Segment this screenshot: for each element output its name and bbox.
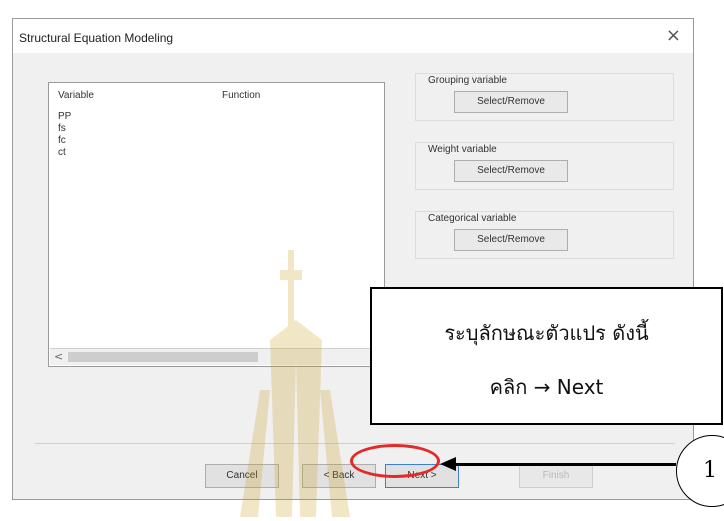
- list-item[interactable]: PP: [58, 111, 71, 123]
- dialog-titlebar: Structural Equation Modeling ×: [13, 19, 693, 53]
- left-arrow-icon: [440, 457, 456, 471]
- grouping-variable-group: Grouping variable Select/Remove: [415, 73, 674, 121]
- variable-rows: PP fs fc ct: [58, 111, 71, 159]
- footer-separator: [35, 443, 675, 444]
- variable-column-header[interactable]: Variable: [58, 90, 94, 101]
- weight-variable-group: Weight variable Select/Remove: [415, 142, 674, 190]
- variable-list[interactable]: Variable Function PP fs fc ct <: [48, 82, 385, 367]
- cancel-button[interactable]: Cancel: [205, 464, 279, 488]
- list-item[interactable]: fs: [58, 123, 71, 135]
- horizontal-scrollbar[interactable]: <: [50, 348, 383, 365]
- scroll-left-icon[interactable]: <: [54, 350, 63, 363]
- pointer-arrow-line: [455, 463, 676, 466]
- categorical-variable-label: Categorical variable: [428, 213, 517, 224]
- list-item[interactable]: ct: [58, 147, 71, 159]
- callout-line-1: ระบุลักษณะตัวแปร ดังนี้: [444, 321, 649, 345]
- function-column-header[interactable]: Function: [222, 90, 260, 101]
- grouping-variable-label: Grouping variable: [428, 75, 507, 86]
- step-number: 1: [703, 458, 717, 483]
- weight-variable-label: Weight variable: [428, 144, 497, 155]
- weight-select-remove-button[interactable]: Select/Remove: [454, 160, 568, 182]
- scrollbar-thumb[interactable]: [68, 352, 258, 362]
- categorical-select-remove-button[interactable]: Select/Remove: [454, 229, 568, 251]
- grouping-select-remove-button[interactable]: Select/Remove: [454, 91, 568, 113]
- callout-line-2: คลิก → Next: [489, 375, 604, 399]
- dialog-title: Structural Equation Modeling: [19, 31, 174, 45]
- close-icon[interactable]: ×: [666, 25, 681, 46]
- sem-dialog: Structural Equation Modeling × Variable …: [12, 18, 694, 500]
- finish-button[interactable]: Finish: [519, 464, 593, 488]
- categorical-variable-group: Categorical variable Select/Remove: [415, 211, 674, 259]
- list-item[interactable]: fc: [58, 135, 71, 147]
- instruction-callout: ระบุลักษณะตัวแปร ดังนี้ คลิก → Next: [370, 287, 723, 425]
- back-button[interactable]: < Back: [302, 464, 376, 488]
